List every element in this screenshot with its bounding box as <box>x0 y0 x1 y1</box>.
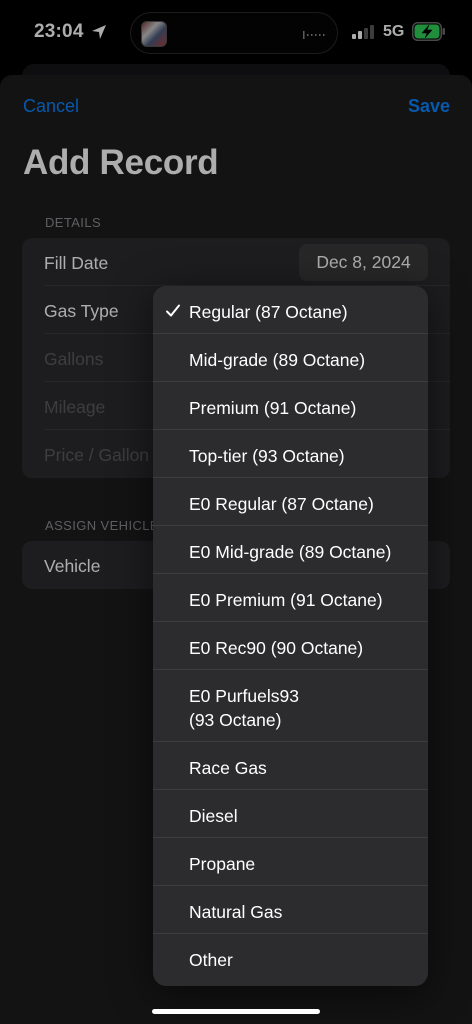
gas-type-option[interactable]: Mid-grade (89 Octane) <box>153 334 428 382</box>
screen: 23:04 5G Cancel Save Add Record DETAILS … <box>0 0 472 1024</box>
gas-type-option[interactable]: E0 Regular (87 Octane) <box>153 478 428 526</box>
gas-type-menu: Regular (87 Octane) Mid-grade (89 Octane)… <box>153 286 428 986</box>
gas-type-option[interactable]: E0 Premium (91 Octane) <box>153 574 428 622</box>
gas-type-option-label: E0 Purfuels93 (93 Octane) <box>189 686 299 730</box>
gas-type-option[interactable]: Race Gas <box>153 742 428 790</box>
gas-type-option-label: Propane <box>189 854 256 874</box>
gas-type-option[interactable]: Natural Gas <box>153 886 428 934</box>
gas-type-option[interactable]: Regular (87 Octane) <box>153 286 428 334</box>
gas-type-option-label: Top-tier (93 Octane) <box>189 446 345 466</box>
gas-type-option-label: Other <box>189 950 233 970</box>
gas-type-option[interactable]: Top-tier (93 Octane) <box>153 430 428 478</box>
checkmark-icon <box>166 304 180 317</box>
gas-type-option-label: Race Gas <box>189 758 267 778</box>
gas-type-option[interactable]: E0 Purfuels93 (93 Octane) <box>153 670 428 742</box>
gas-type-option-label: E0 Premium (91 Octane) <box>189 590 383 610</box>
gas-type-option-label: Natural Gas <box>189 902 283 922</box>
gas-type-option-label: Regular (87 Octane) <box>189 302 348 322</box>
gas-type-option[interactable]: Propane <box>153 838 428 886</box>
gas-type-option-label: Diesel <box>189 806 238 826</box>
gas-type-option-label: Premium (91 Octane) <box>189 398 357 418</box>
gas-type-option-label: Mid-grade (89 Octane) <box>189 350 366 370</box>
gas-type-option[interactable]: E0 Rec90 (90 Octane) <box>153 622 428 670</box>
gas-type-option-label: E0 Mid-grade (89 Octane) <box>189 542 392 562</box>
gas-type-option-label: E0 Rec90 (90 Octane) <box>189 638 364 658</box>
gas-type-option[interactable]: Premium (91 Octane) <box>153 382 428 430</box>
gas-type-option-label: E0 Regular (87 Octane) <box>189 494 374 514</box>
gas-type-option[interactable]: Other <box>153 934 428 982</box>
gas-type-option[interactable]: E0 Mid-grade (89 Octane) <box>153 526 428 574</box>
home-indicator[interactable] <box>152 1009 320 1014</box>
gas-type-option[interactable]: Diesel <box>153 790 428 838</box>
